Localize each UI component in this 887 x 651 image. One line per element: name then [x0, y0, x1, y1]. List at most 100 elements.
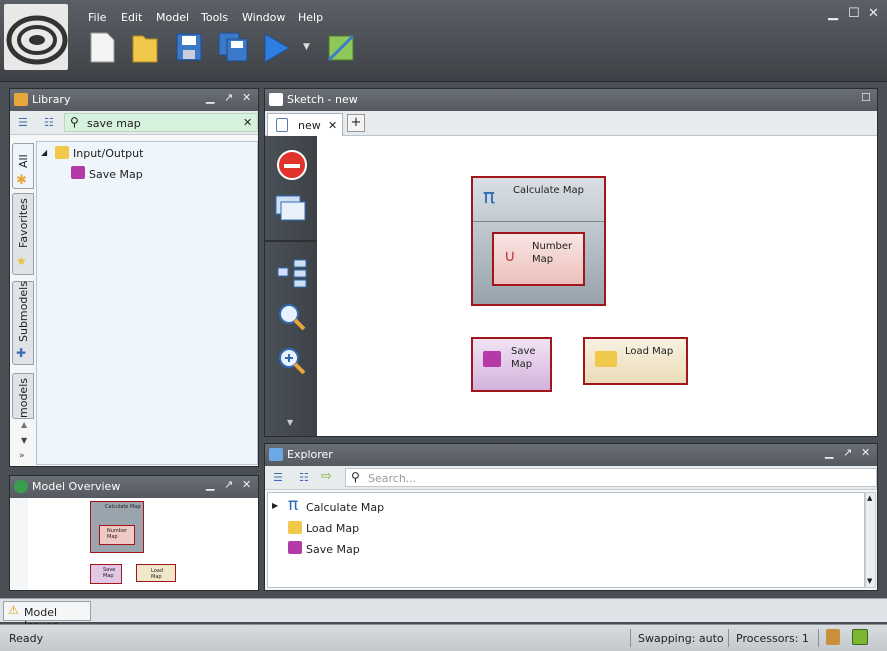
window-close-button[interactable]: ✕: [868, 6, 879, 21]
library-header: Library ▁ ↗ ✕: [10, 89, 258, 111]
status-swapping: Swapping: auto: [638, 632, 724, 645]
tab-close-button[interactable]: ✕: [328, 119, 337, 132]
all-icon: ✱: [16, 173, 27, 188]
tree-folder-input-output[interactable]: Input/Output: [73, 147, 143, 160]
delete-icon[interactable]: [277, 150, 307, 180]
library-search-box[interactable]: ⚲ save map ✕: [64, 113, 258, 132]
overview-node-load: Load Map: [136, 564, 176, 582]
memory-icon[interactable]: [826, 629, 840, 645]
node-save-map[interactable]: Save Map: [471, 337, 552, 392]
tab-models[interactable]: models: [12, 373, 34, 419]
explorer-float-button[interactable]: ↗: [843, 446, 852, 459]
sketch-header: Sketch - new ☐: [265, 89, 877, 111]
explorer-scroll-up-icon[interactable]: ▲: [867, 494, 872, 502]
library-title: Library: [32, 93, 71, 106]
model-overview-title: Model Overview: [32, 480, 121, 493]
explorer-expand-icon[interactable]: ▶: [272, 501, 278, 510]
explorer-list-view-icon[interactable]: ☷: [299, 471, 309, 484]
menu-file[interactable]: File: [88, 11, 106, 24]
scroll-up-icon[interactable]: ▲: [21, 420, 27, 429]
explorer-tree-view-icon[interactable]: ☰: [273, 471, 283, 484]
explorer-title: Explorer: [287, 448, 333, 461]
save-all-icon[interactable]: [216, 30, 250, 64]
zoom-fit-icon[interactable]: [277, 302, 307, 332]
toolbar-more-icon[interactable]: ▼: [287, 418, 293, 427]
model-overview-header: Model Overview ▁ ↗ ✕: [10, 476, 258, 498]
explorer-close-button[interactable]: ✕: [861, 446, 870, 459]
tree-collapse-icon[interactable]: ◢: [41, 148, 47, 157]
menu-window[interactable]: Window: [242, 11, 285, 24]
layout-icon[interactable]: [277, 258, 307, 288]
overview-node-save: Save Map: [90, 564, 122, 584]
overview-node-number: Number Map: [99, 525, 135, 545]
explorer-scroll-down-icon[interactable]: ▼: [867, 577, 872, 585]
overview-minimize-button[interactable]: ▁: [206, 478, 214, 491]
star-icon: ★: [16, 254, 27, 268]
explorer-scrollbar[interactable]: ▲ ▼: [865, 492, 876, 588]
sketch-maximize-button[interactable]: ☐: [861, 91, 871, 104]
overview-canvas[interactable]: Calculate Map Number Map Save Map Load M…: [28, 498, 258, 590]
sketch-canvas[interactable]: π Calculate Map ∪ Number Map Save Map Lo…: [317, 136, 877, 436]
tree-view-icon[interactable]: ☰: [18, 116, 28, 129]
explorer-minimize-button[interactable]: ▁: [825, 446, 833, 459]
load-folder-icon: [595, 351, 617, 367]
menu-model[interactable]: Model: [156, 11, 189, 24]
explorer-header: Explorer ▁ ↗ ✕: [265, 444, 877, 466]
explorer-folder-icon: [288, 521, 302, 534]
overview-close-button[interactable]: ✕: [242, 478, 251, 491]
library-minimize-button[interactable]: ▁: [206, 91, 214, 104]
explorer-toolbar: ☰ ☷ ⇨ ⚲ Search...: [265, 466, 877, 490]
tree-item-save-map[interactable]: Save Map: [89, 168, 143, 181]
menu-edit[interactable]: Edit: [121, 11, 142, 24]
open-folder-icon[interactable]: [130, 30, 160, 64]
explorer-save-icon: [288, 541, 302, 554]
submodel-icon: ✚: [16, 346, 27, 360]
overview-float-button[interactable]: ↗: [224, 478, 233, 491]
node-calculate-map[interactable]: π Calculate Map ∪ Number Map: [471, 176, 606, 306]
more-tabs-icon[interactable]: »: [19, 451, 25, 461]
tab-favorites[interactable]: Favorites ★: [12, 193, 34, 275]
tab-submodels[interactable]: Submodels ✚: [12, 281, 34, 365]
save-node-icon: [483, 351, 501, 367]
zoom-in-icon[interactable]: [277, 346, 307, 376]
overview-node-calculate: Calculate Map Number Map: [90, 501, 144, 553]
add-tab-button[interactable]: +: [347, 114, 365, 132]
library-float-button[interactable]: ↗: [224, 91, 233, 104]
clear-search-button[interactable]: ✕: [243, 116, 252, 129]
list-view-icon[interactable]: ☷: [44, 116, 54, 129]
run-dropdown-icon[interactable]: ▼: [303, 42, 310, 52]
scroll-down-icon[interactable]: ▼: [21, 436, 27, 445]
window-maximize-button[interactable]: ☐: [848, 6, 860, 21]
menu-tools[interactable]: Tools: [201, 11, 228, 24]
globe-icon: [14, 480, 28, 493]
sketch-panel: Sketch - new ☐ new ✕ + ▼ π Calculate Map…: [264, 88, 878, 437]
explorer-search-box[interactable]: ⚲ Search...: [345, 468, 877, 487]
tab-new[interactable]: new ✕: [267, 113, 343, 136]
explorer-search-input[interactable]: Search...: [368, 472, 416, 485]
explorer-list: ▶ π Calculate Map Load Map Save Map: [267, 492, 865, 588]
new-file-icon[interactable]: [88, 30, 118, 64]
library-panel: Library ▁ ↗ ✕ ☰ ☷ ⚲ save map ✕ ◢ Input/O…: [9, 88, 259, 467]
node-number-map[interactable]: ∪ Number Map: [492, 232, 585, 286]
tab-model-issues[interactable]: ⚠ Model Issues: [3, 601, 91, 632]
status-bar: Ready Swapping: auto Processors: 1: [0, 624, 887, 651]
run-icon[interactable]: [262, 30, 292, 64]
explorer-item-calculate-map[interactable]: Calculate Map: [306, 501, 384, 514]
explorer-item-load-map[interactable]: Load Map: [306, 522, 359, 535]
library-search-input[interactable]: save map: [87, 117, 141, 130]
database-icon[interactable]: [852, 629, 868, 645]
menu-help[interactable]: Help: [298, 11, 323, 24]
windows-icon[interactable]: [275, 194, 309, 224]
folder-icon: [55, 146, 69, 159]
library-toolbar: ☰ ☷ ⚲ save map ✕: [10, 111, 258, 135]
save-icon[interactable]: [174, 30, 204, 64]
tab-all[interactable]: All ✱: [12, 143, 34, 189]
map-view-icon[interactable]: [326, 30, 356, 64]
explorer-item-save-map[interactable]: Save Map: [306, 543, 360, 556]
window-minimize-button[interactable]: ▁: [828, 6, 838, 21]
pi-icon: π: [483, 184, 496, 208]
library-close-button[interactable]: ✕: [242, 91, 251, 104]
library-tree: ◢ Input/Output Save Map: [36, 141, 258, 465]
node-load-map[interactable]: Load Map: [583, 337, 688, 385]
arrow-right-icon[interactable]: ⇨: [321, 469, 332, 484]
